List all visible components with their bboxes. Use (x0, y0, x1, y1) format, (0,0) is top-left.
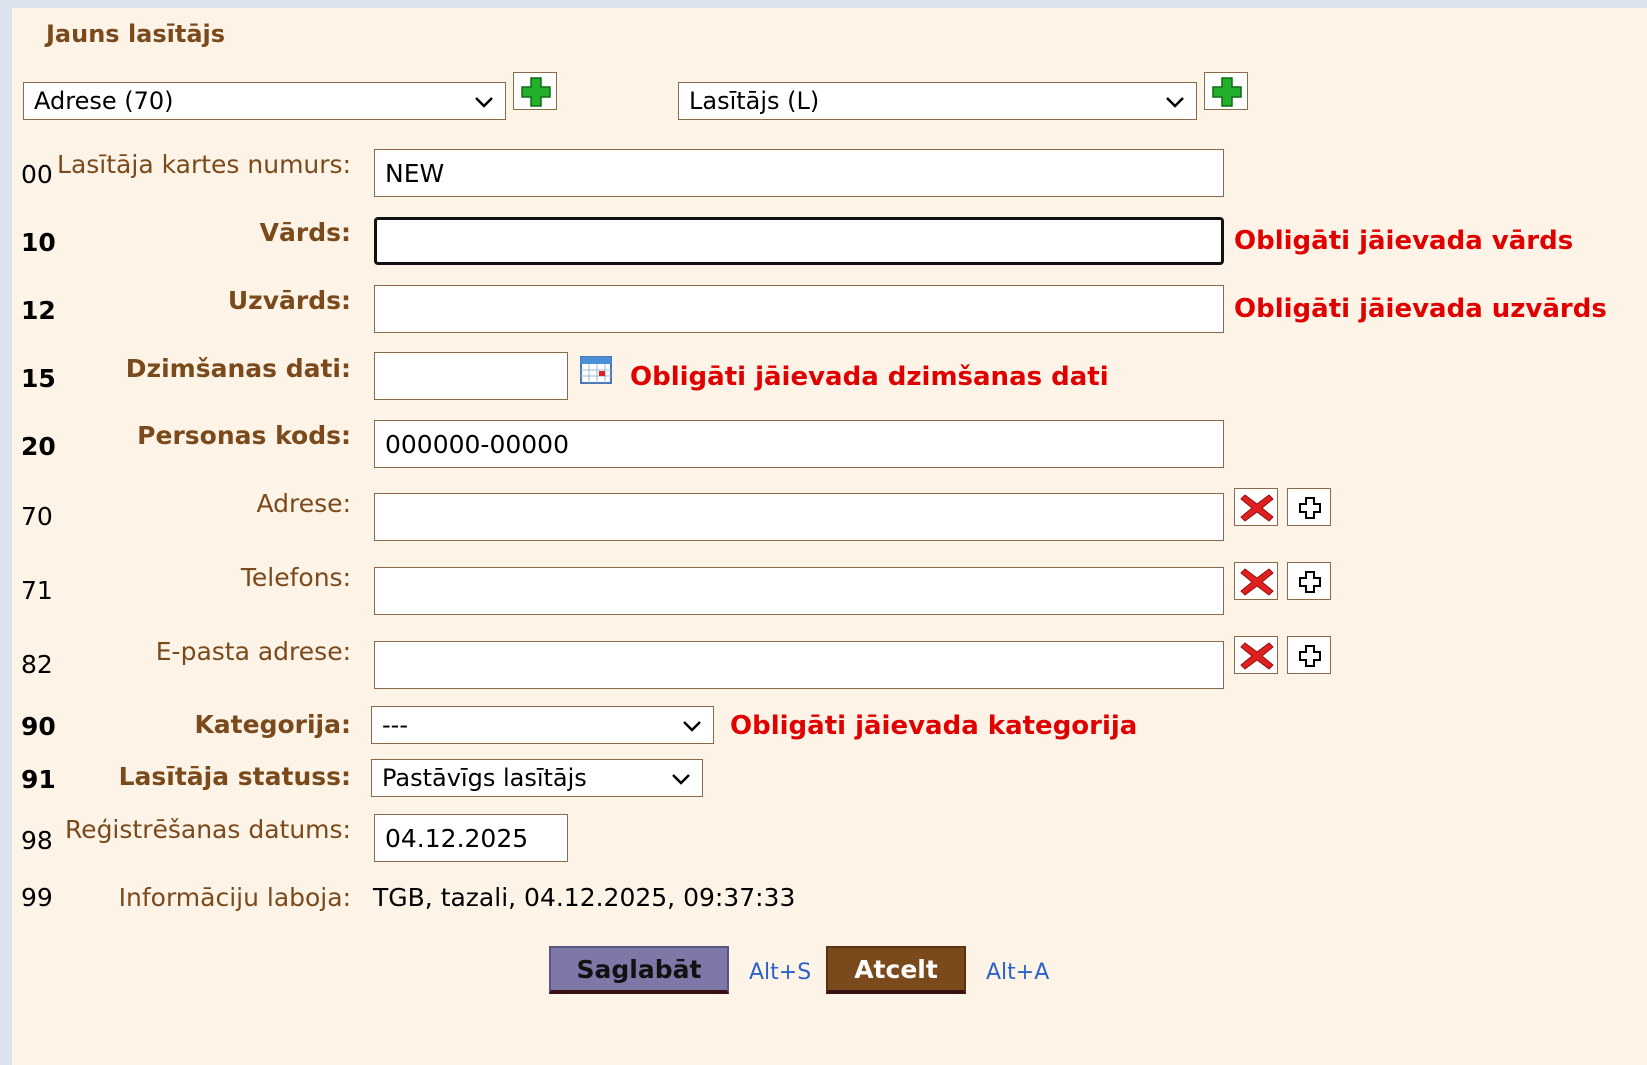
field-number-98: 98 (21, 826, 53, 855)
last-name-label: Uzvārds: (227, 286, 351, 315)
email-input[interactable] (374, 641, 1224, 689)
card-number-label: Lasītāja kartes numurs: (57, 150, 351, 179)
email-label: E-pasta adrese: (155, 637, 351, 666)
modified-by-label: Informāciju laboja: (118, 883, 351, 912)
chevron-down-icon (672, 774, 690, 785)
reader-status-select-value: Pastāvīgs lasītājs (382, 764, 587, 792)
green-plus-icon (1212, 77, 1242, 107)
field-number-71: 71 (21, 576, 53, 605)
reader-type-select-value: Lasītājs (L) (689, 87, 820, 115)
category-select[interactable]: --- (371, 706, 714, 744)
address-type-select[interactable]: Adrese (70) (23, 82, 506, 120)
red-x-icon (1240, 494, 1274, 522)
first-name-input[interactable] (374, 217, 1224, 265)
add-reader-type-button[interactable] (1204, 72, 1248, 110)
field-number-90: 90 (21, 712, 56, 741)
first-name-label: Vārds: (259, 218, 351, 247)
registration-date-input[interactable]: 04.12.2025 (374, 814, 568, 862)
green-plus-icon (521, 77, 551, 107)
add-email-row-button[interactable] (1287, 636, 1331, 674)
delete-phone-button[interactable] (1234, 562, 1278, 600)
phone-input[interactable] (374, 567, 1224, 615)
cancel-hotkey: Alt+A (986, 960, 1050, 985)
chevron-down-icon (475, 97, 493, 108)
birth-data-error: Obligāti jāievada dzimšanas dati (630, 362, 1109, 392)
save-hotkey: Alt+S (749, 960, 812, 985)
cancel-button[interactable]: Atcelt (826, 946, 966, 994)
field-number-82: 82 (21, 650, 53, 679)
add-address-row-button[interactable] (1287, 488, 1331, 526)
personal-code-input[interactable]: 000000-00000 (374, 420, 1224, 468)
chevron-down-icon (683, 721, 701, 732)
modified-by-value: TGB, tazali, 04.12.2025, 09:37:33 (373, 883, 796, 912)
reader-type-select[interactable]: Lasītājs (L) (678, 82, 1197, 120)
red-x-icon (1240, 642, 1274, 670)
field-number-70: 70 (21, 502, 53, 531)
card-number-input[interactable]: NEW (374, 149, 1224, 197)
field-number-00: 00 (21, 160, 53, 189)
field-number-12: 12 (21, 296, 56, 325)
last-name-input[interactable] (374, 285, 1224, 333)
chevron-down-icon (1166, 97, 1184, 108)
category-label: Kategorija: (194, 710, 351, 739)
add-phone-row-button[interactable] (1287, 562, 1331, 600)
field-number-15: 15 (21, 364, 56, 393)
reader-status-label: Lasītāja statuss: (118, 762, 351, 791)
registration-date-label: Reģistrēšanas datums: (64, 815, 351, 844)
address-input[interactable] (374, 493, 1224, 541)
reader-status-select[interactable]: Pastāvīgs lasītājs (371, 759, 703, 797)
category-select-value: --- (382, 711, 408, 739)
delete-address-button[interactable] (1234, 488, 1278, 526)
add-address-button[interactable] (513, 72, 557, 110)
first-name-error: Obligāti jāievada vārds (1234, 226, 1574, 256)
delete-email-button[interactable] (1234, 636, 1278, 674)
category-error: Obligāti jāievada kategorija (730, 711, 1138, 741)
field-number-20: 20 (21, 432, 56, 461)
red-x-icon (1240, 568, 1274, 596)
save-button[interactable]: Saglabāt (549, 946, 729, 994)
personal-code-label: Personas kods: (137, 421, 351, 450)
plus-outline-icon (1299, 497, 1321, 519)
form-title: Jauns lasītājs (46, 20, 226, 48)
address-label: Adrese: (256, 489, 351, 518)
field-number-91: 91 (21, 765, 56, 794)
field-number-99: 99 (21, 883, 53, 912)
plus-outline-icon (1299, 571, 1321, 593)
birth-data-input[interactable] (374, 352, 568, 400)
calendar-icon[interactable] (579, 354, 615, 386)
phone-label: Telefons: (240, 563, 351, 592)
field-number-10: 10 (21, 228, 56, 257)
last-name-error: Obligāti jāievada uzvārds (1234, 294, 1607, 324)
plus-outline-icon (1299, 645, 1321, 667)
birth-data-label: Dzimšanas dati: (125, 354, 351, 383)
address-type-select-value: Adrese (70) (34, 87, 174, 115)
